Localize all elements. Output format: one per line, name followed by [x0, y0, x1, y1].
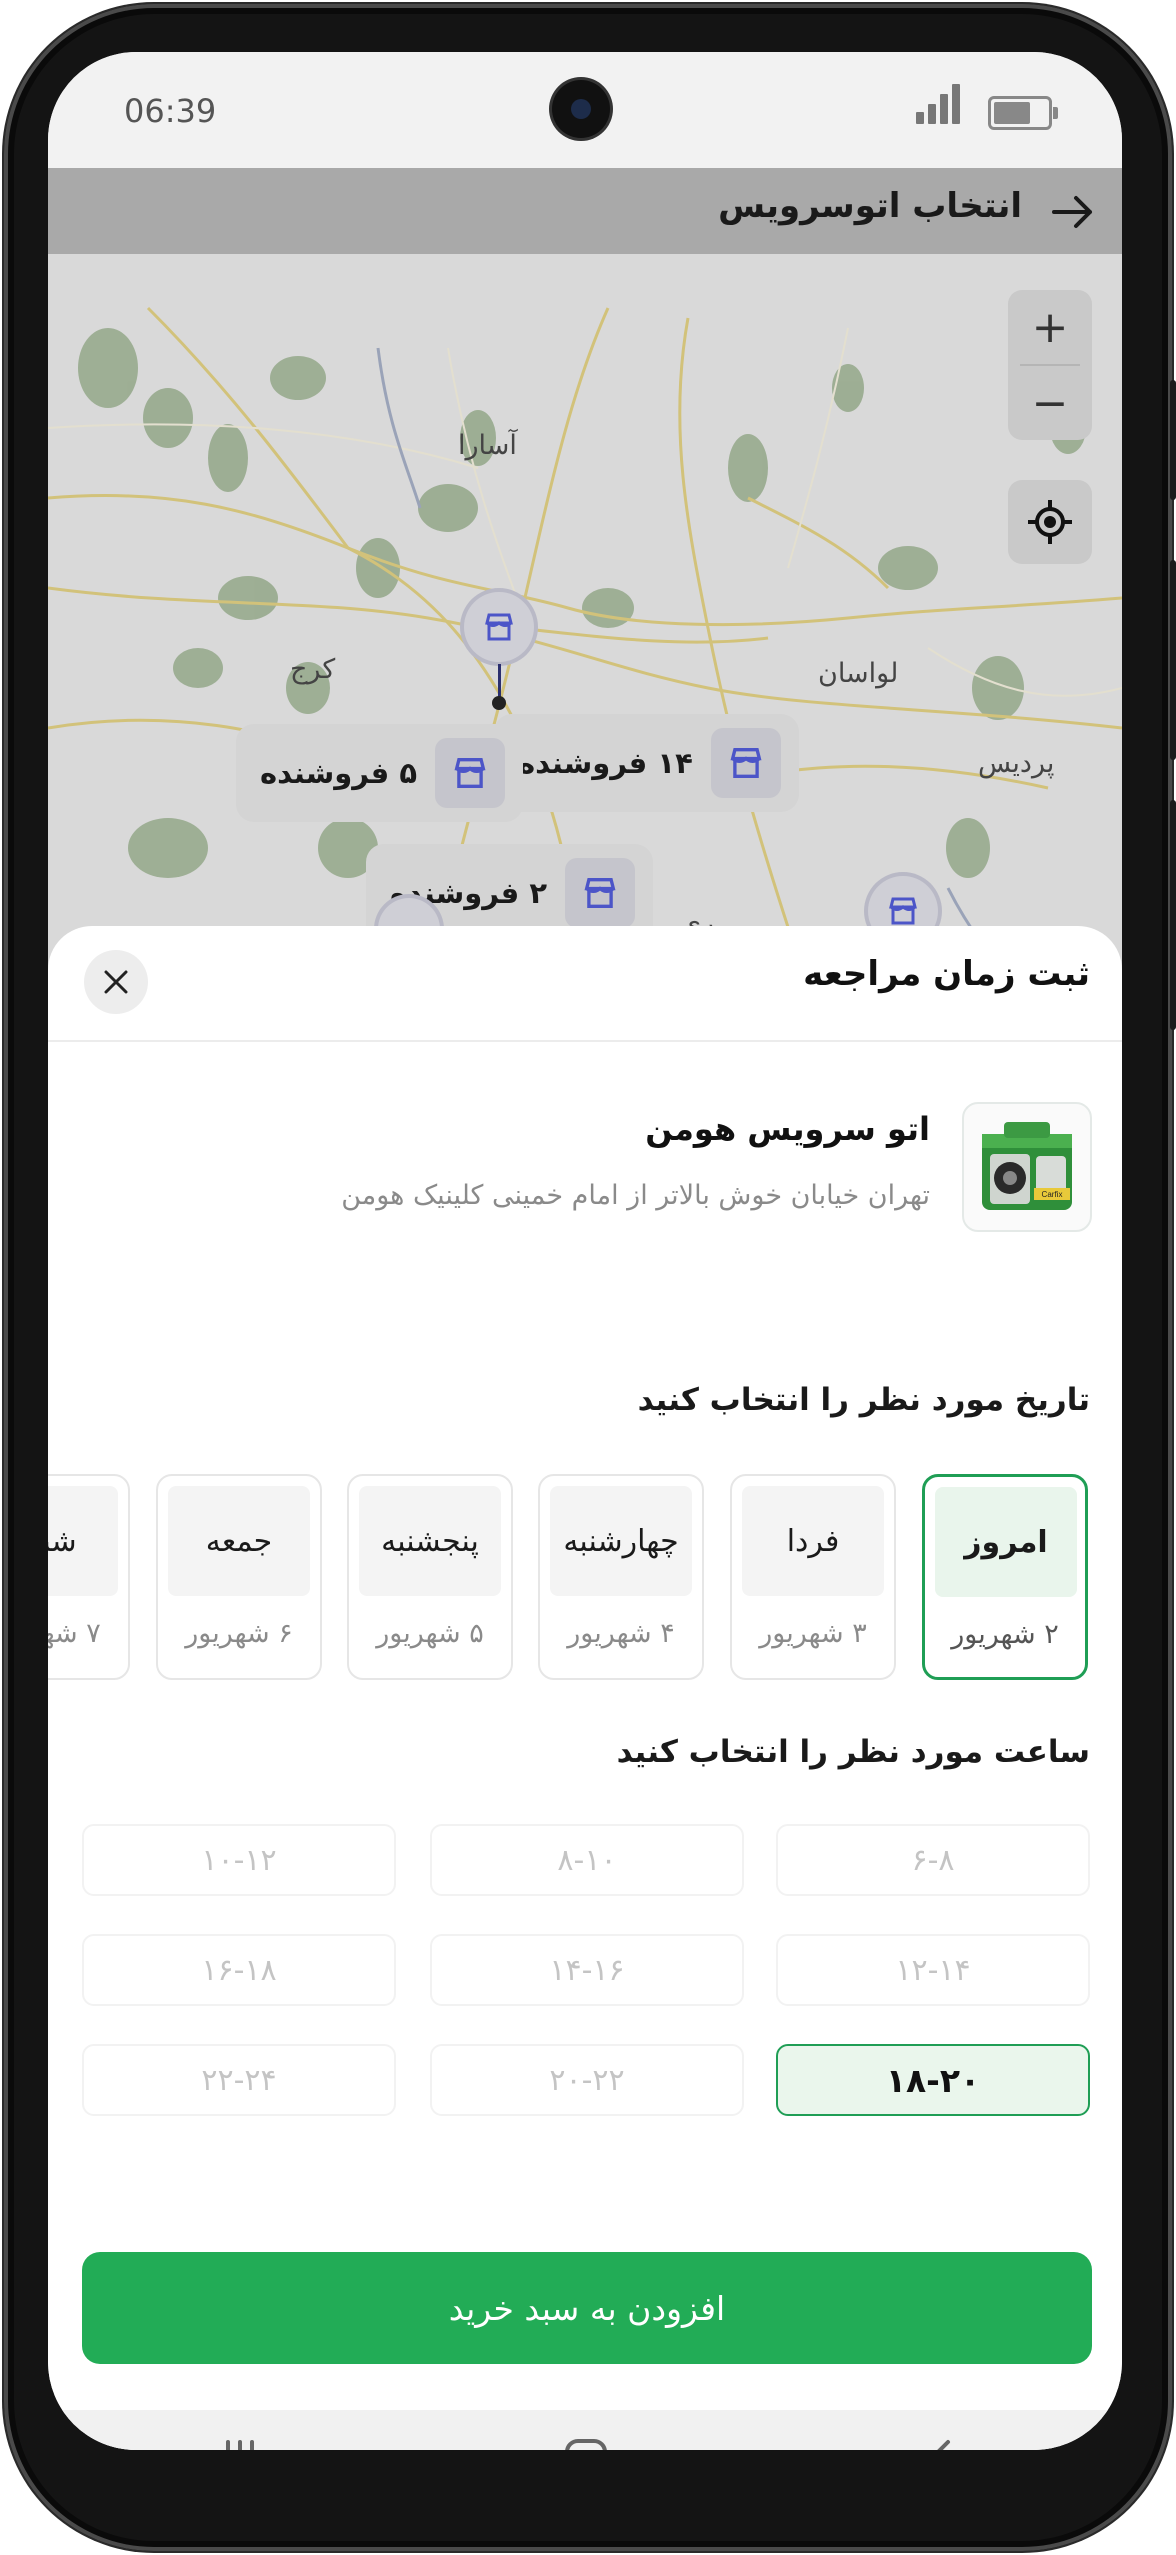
cluster-label: ۵ فروشنده [260, 756, 418, 790]
zoom-control: + − [1008, 290, 1092, 440]
zoom-out-button[interactable]: − [1008, 366, 1092, 440]
day-card[interactable]: شنبه ۷ شهریور [48, 1474, 130, 1680]
pin-dot [492, 696, 506, 710]
my-location-button[interactable] [1008, 480, 1092, 564]
page-title: انتخاب اتوسرویس [718, 186, 1022, 226]
status-time: 06:39 [124, 92, 217, 130]
day-name: پنجشنبه [359, 1486, 501, 1596]
volume-button [1170, 800, 1176, 1030]
back-arrow-icon[interactable] [1048, 188, 1096, 236]
shop-thumbnail: Carfix [962, 1102, 1092, 1232]
back-icon[interactable] [910, 2430, 970, 2450]
recent-apps-icon[interactable] [210, 2430, 270, 2450]
home-icon[interactable] [556, 2430, 616, 2450]
time-slot[interactable]: ۱۲-۱۴ [776, 1934, 1090, 2006]
store-icon [565, 858, 636, 928]
power-button [1170, 380, 1176, 500]
day-date: ۲ شهریور [951, 1619, 1059, 1650]
time-slot[interactable]: ۶-۸ [776, 1824, 1090, 1896]
map-label-lavasan: لواسان [818, 658, 899, 689]
day-name: چهارشنبه [550, 1486, 692, 1596]
thumb-brand-text: Carfix [1042, 1190, 1063, 1199]
day-card[interactable]: جمعه ۶ شهریور [156, 1474, 322, 1680]
day-card[interactable]: پنجشنبه ۵ شهریور [347, 1474, 513, 1680]
day-date: ۴ شهریور [567, 1618, 675, 1649]
day-date: ۶ شهریور [185, 1618, 293, 1649]
map-label-pardis: پردیس [978, 748, 1055, 779]
front-camera [552, 80, 610, 138]
day-date: ۷ شهریور [48, 1618, 101, 1649]
battery-icon [988, 96, 1058, 130]
volume-button [1170, 560, 1176, 760]
time-slot[interactable]: ۱۴-۱۶ [430, 1934, 744, 2006]
time-slot[interactable]: ۲۲-۲۴ [82, 2044, 396, 2116]
store-icon [889, 897, 917, 925]
signal-icon [916, 84, 962, 124]
close-icon [104, 970, 128, 994]
divider [48, 1040, 1122, 1042]
day-date: ۳ شهریور [759, 1618, 867, 1649]
day-name: فردا [742, 1486, 884, 1596]
store-icon [710, 728, 781, 798]
shop-name: اتو سرویس هومن [645, 1110, 930, 1148]
shop-address: تهران خیابان خوش بالاتر از امام خمینی کل… [341, 1180, 930, 1211]
map-pin[interactable] [464, 592, 534, 662]
time-slot[interactable]: ۱۰-۱۲ [82, 1824, 396, 1896]
time-slot[interactable]: ۸-۱۰ [430, 1824, 744, 1896]
booking-sheet: ثبت زمان مراجعه Carfix اتو سرویس هومن ته… [48, 926, 1122, 2450]
zoom-in-button[interactable]: + [1008, 290, 1092, 364]
day-card[interactable]: چهارشنبه ۴ شهریور [538, 1474, 704, 1680]
sheet-title: ثبت زمان مراجعه [803, 954, 1090, 994]
map-cluster[interactable]: ۵ فروشنده [236, 724, 524, 822]
crosshair-icon [1028, 500, 1072, 544]
cluster-label: ۱۴ فروشنده [518, 746, 693, 780]
top-bar: انتخاب اتوسرویس [48, 168, 1122, 254]
store-icon [485, 613, 513, 641]
day-date: ۵ شهریور [376, 1618, 484, 1649]
date-section-label: تاریخ مورد نظر را انتخاب کنید [637, 1382, 1090, 1418]
time-section-label: ساعت مورد نظر را انتخاب کنید [616, 1734, 1090, 1770]
day-name: جمعه [168, 1486, 310, 1596]
time-slot[interactable]: ۲۰-۲۲ [430, 2044, 744, 2116]
day-card[interactable]: فردا ۳ شهریور [730, 1474, 896, 1680]
map-label-asara: آسارا [458, 430, 517, 461]
phone-screen: 06:39 آسارا کرج لواسان پردیس ری ۱۴ فروشن… [48, 52, 1122, 2450]
map-cluster[interactable]: ۱۴ فروشنده [494, 714, 799, 812]
close-button[interactable] [84, 950, 148, 1014]
day-name: امروز [935, 1487, 1077, 1597]
map-label-karaj: کرج [290, 654, 336, 685]
day-name: شنبه [48, 1486, 118, 1596]
store-icon [435, 738, 506, 808]
add-to-cart-button[interactable]: افزودن به سبد خرید [82, 2252, 1092, 2364]
time-slot[interactable]: ۱۸-۲۰ [776, 2044, 1090, 2116]
status-bar: 06:39 [48, 52, 1122, 168]
day-card[interactable]: امروز ۲ شهریور [922, 1474, 1088, 1680]
time-slot[interactable]: ۱۶-۱۸ [82, 1934, 396, 2006]
